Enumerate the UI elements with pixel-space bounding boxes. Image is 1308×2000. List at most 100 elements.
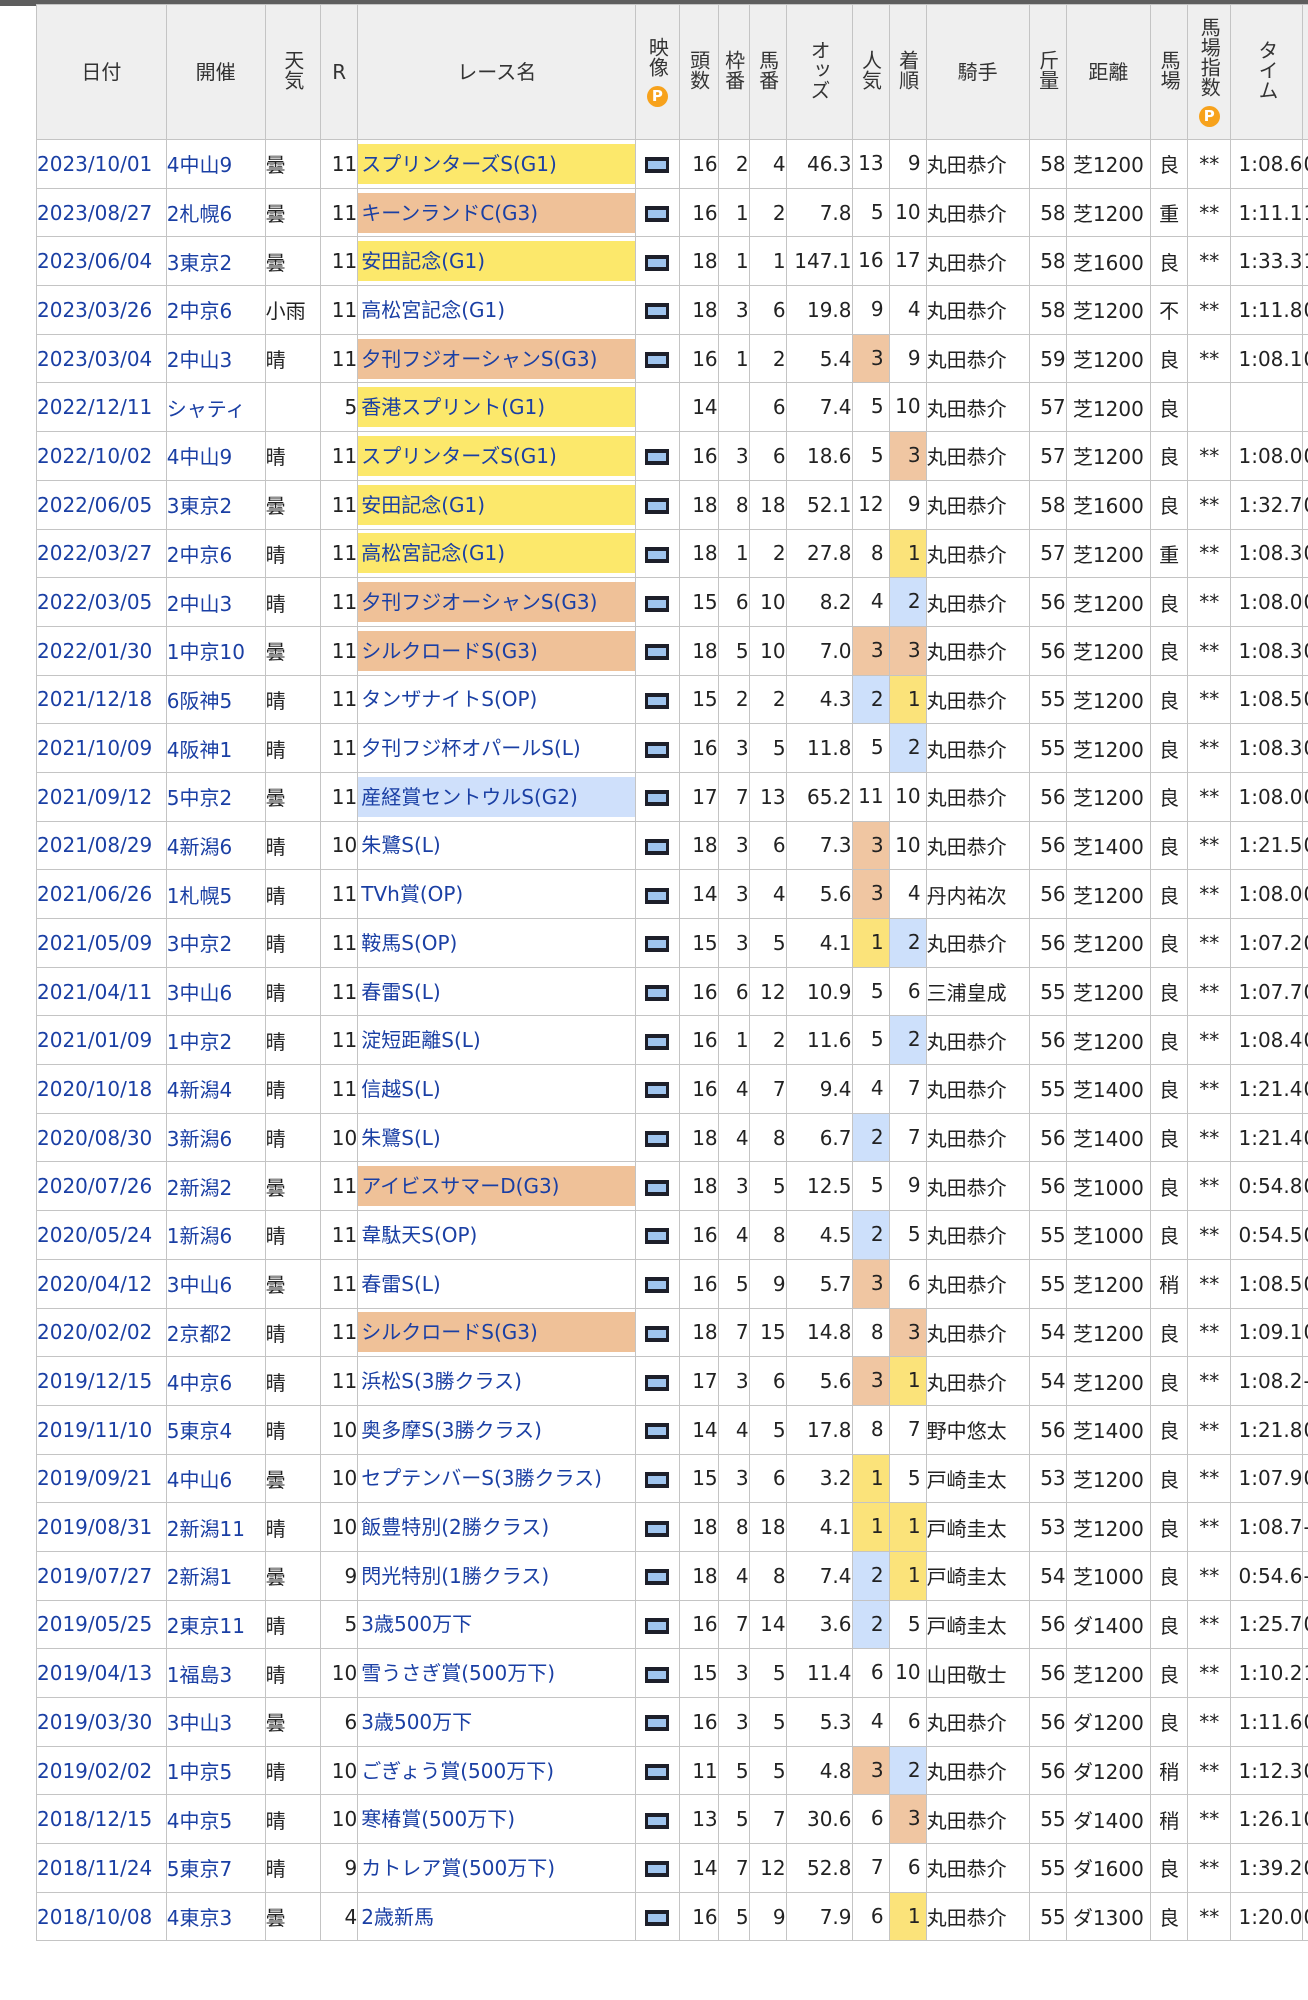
jockey-link[interactable]: 丸田恭介 [925,1161,1030,1212]
venue-link[interactable]: 5東京4 [167,1419,232,1443]
venue-link[interactable]: シャティ [167,397,245,421]
date-link[interactable]: 2022/12/11 [37,395,152,419]
race-name-link[interactable]: 春雷S(L) [359,1264,635,1304]
race-name-link[interactable]: シルクロードS(G3) [358,1312,635,1353]
jockey-link[interactable]: 丸田恭介 [925,1112,1030,1163]
venue-link[interactable]: 2中京6 [167,543,232,567]
race-name-link[interactable]: タンザナイトS(OP) [359,679,635,719]
jockey-link[interactable]: 丸田恭介 [925,1843,1030,1893]
race-name-link[interactable]: 奥多摩S(3勝クラス) [359,1410,635,1450]
video-icon[interactable] [645,206,670,223]
venue-link[interactable]: 4新潟6 [167,835,232,859]
race-name-link[interactable]: シルクロードS(G3) [358,630,635,671]
venue-link[interactable]: 2新潟2 [167,1176,232,1200]
date-link[interactable]: 2021/09/12 [37,785,152,809]
jockey-link[interactable]: 丸田恭介 [925,723,1030,773]
venue-link[interactable]: 2京都2 [167,1322,232,1346]
col-header-video[interactable]: 映像 P [635,4,680,140]
venue-link[interactable]: 2新潟1 [167,1565,232,1589]
date-link[interactable]: 2018/11/24 [37,1856,152,1880]
date-link[interactable]: 2020/02/02 [37,1320,152,1344]
col-header-distance[interactable]: 距離 [1065,4,1152,140]
race-name-link[interactable]: 3歳500万下 [359,1702,635,1742]
video-icon[interactable] [645,1325,670,1342]
video-icon[interactable] [645,1374,670,1391]
race-name-link[interactable]: 韋駄天S(OP) [359,1215,635,1255]
jockey-link[interactable]: 戸崎圭太 [925,1550,1030,1601]
jockey-link[interactable]: 丸田恭介 [925,1356,1030,1406]
race-name-link[interactable]: 雪うさぎ賞(500万下) [359,1653,635,1693]
jockey-link[interactable]: 丸田恭介 [925,1015,1030,1066]
venue-link[interactable]: 5東京7 [167,1857,232,1881]
race-name-link[interactable]: 安田記念(G1) [358,241,635,282]
jockey-link[interactable]: 丸田恭介 [925,1064,1030,1114]
jockey-link[interactable]: 丸田恭介 [925,236,1030,287]
venue-link[interactable]: 1新潟6 [167,1224,232,1248]
venue-link[interactable]: 4中京6 [167,1371,232,1395]
col-header-weather[interactable]: 天気 [264,4,322,140]
date-link[interactable]: 2021/08/29 [37,833,152,857]
jockey-link[interactable]: 丸田恭介 [925,1258,1030,1309]
race-name-link[interactable]: 高松宮記念(G1) [359,290,635,330]
video-icon[interactable] [645,1179,670,1196]
jockey-link[interactable]: 丸田恭介 [925,771,1030,822]
jockey-link[interactable]: 丸田恭介 [925,1794,1030,1845]
race-name-link[interactable]: カトレア賞(500万下) [359,1848,635,1888]
race-name-link[interactable]: 信越S(L) [359,1069,635,1109]
col-header-popularity[interactable]: 人気 [851,4,890,140]
date-link[interactable]: 2021/06/26 [37,882,152,906]
venue-link[interactable]: 3中山6 [167,981,232,1005]
col-header-finish[interactable]: 着順 [888,4,927,140]
venue-link[interactable]: 2中京6 [167,299,232,323]
jockey-link[interactable]: 丸田恭介 [925,1307,1030,1358]
jockey-link[interactable]: 丸田恭介 [925,187,1030,238]
jockey-link[interactable]: 丸田恭介 [925,528,1030,579]
venue-link[interactable]: 1中京2 [167,1030,232,1054]
venue-link[interactable]: 1福島3 [167,1663,232,1687]
race-name-link[interactable]: 寒椿賞(500万下) [359,1799,635,1839]
video-icon[interactable] [645,254,670,271]
date-link[interactable]: 2019/02/02 [37,1759,152,1783]
video-icon[interactable] [645,1228,670,1245]
jockey-link[interactable]: 丸田恭介 [925,431,1030,481]
date-link[interactable]: 2023/03/26 [37,298,152,322]
jockey-link[interactable]: 野中悠太 [925,1404,1030,1455]
date-link[interactable]: 2022/01/30 [37,639,152,663]
video-icon[interactable] [645,1910,670,1927]
jockey-link[interactable]: 丸田恭介 [925,139,1030,189]
video-icon[interactable] [645,644,670,661]
venue-link[interactable]: 2中山3 [167,592,232,616]
jockey-link[interactable]: 丸田恭介 [925,918,1030,968]
venue-link[interactable]: 3東京2 [167,251,232,275]
race-name-link[interactable]: 飯豊特別(2勝クラス) [359,1507,635,1547]
jockey-link[interactable]: 戸崎圭太 [925,1599,1030,1650]
venue-link[interactable]: 4東京3 [167,1906,232,1930]
video-icon[interactable] [645,1033,670,1050]
date-link[interactable]: 2019/11/10 [37,1418,152,1442]
venue-link[interactable]: 4阪神1 [167,738,232,762]
date-link[interactable]: 2022/03/05 [37,590,152,614]
venue-link[interactable]: 4中京5 [167,1809,232,1833]
col-header-track[interactable]: 馬場 [1150,4,1189,140]
venue-link[interactable]: 3中山3 [167,1711,232,1735]
date-link[interactable]: 2020/05/24 [37,1223,152,1247]
race-name-link[interactable]: スプリンターズS(G1) [358,435,635,476]
race-name-link[interactable]: 産経賞セントウルS(G2) [358,776,635,817]
video-icon[interactable] [645,595,670,612]
venue-link[interactable]: 3中山6 [167,1273,232,1297]
race-name-link[interactable]: 春雷S(L) [359,972,635,1012]
date-link[interactable]: 2022/03/27 [37,541,152,565]
video-icon[interactable] [645,1812,670,1829]
video-icon[interactable] [645,936,670,953]
video-icon[interactable] [645,1082,670,1099]
jockey-link[interactable]: 丸田恭介 [925,1697,1030,1747]
video-icon[interactable] [645,1569,670,1586]
jockey-link[interactable]: 丸田恭介 [925,625,1030,676]
date-link[interactable]: 2021/10/09 [37,736,152,760]
date-link[interactable]: 2018/12/15 [37,1807,152,1831]
date-link[interactable]: 2021/12/18 [37,687,152,711]
date-link[interactable]: 2023/08/27 [37,201,152,225]
date-link[interactable]: 2022/06/05 [37,493,152,517]
date-link[interactable]: 2019/08/31 [37,1515,152,1539]
venue-link[interactable]: 3中京2 [167,932,232,956]
